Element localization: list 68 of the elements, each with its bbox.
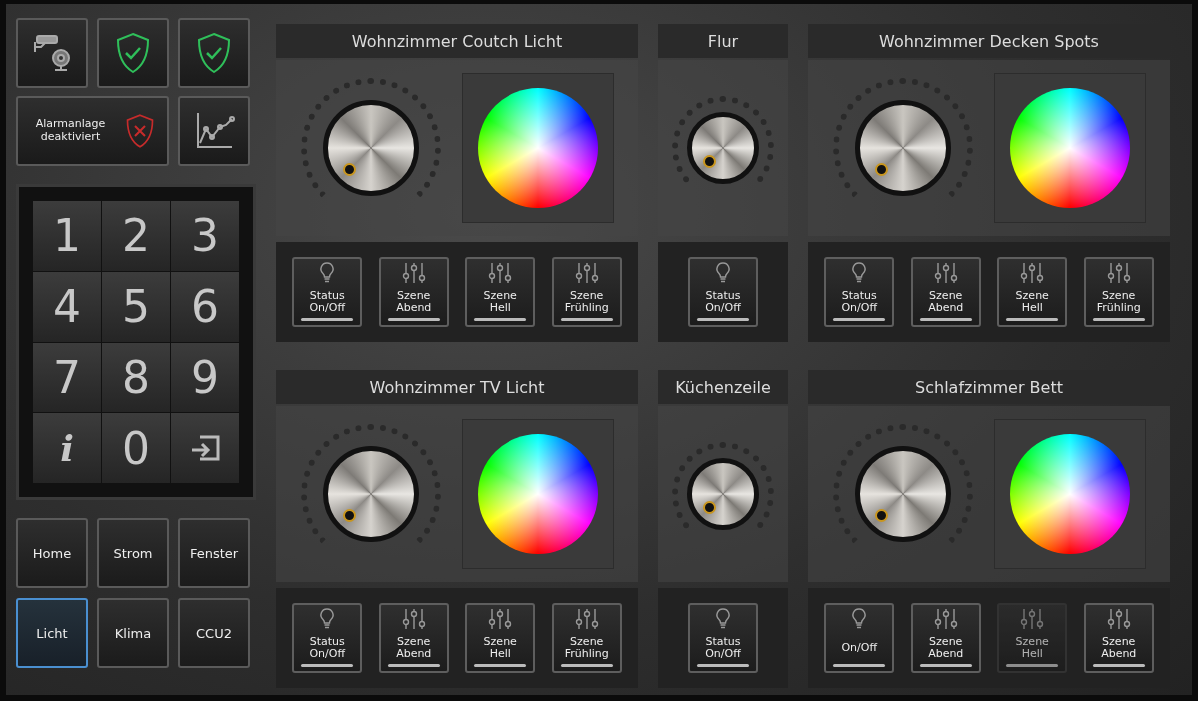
bulb-icon (715, 608, 731, 630)
light-button[interactable]: Status On/Off (292, 603, 363, 673)
sliders-icon (401, 262, 426, 284)
status-tile[interactable] (97, 18, 169, 88)
keypad-key[interactable]: 8 (102, 342, 170, 413)
sliders-icon (1106, 608, 1131, 630)
shield-check-icon (196, 32, 232, 74)
keypad-key[interactable]: 0 (102, 413, 170, 483)
alarm-button[interactable]: Alarmanlage deaktiviert (16, 96, 169, 166)
light-button[interactable]: Status On/Off (688, 603, 758, 673)
light-button[interactable]: Szene Abend (910, 603, 981, 673)
light-button[interactable]: Szene Frühling (551, 257, 622, 327)
status-tile[interactable] (178, 18, 250, 88)
bulb-icon (319, 608, 336, 630)
keypad-key[interactable]: 4 (33, 271, 101, 342)
light-button[interactable]: Status On/Off (292, 257, 363, 327)
sliders-icon (574, 262, 599, 284)
chart-button[interactable] (178, 96, 250, 166)
light-button[interactable]: Szene Abend (910, 257, 981, 327)
sliders-icon (574, 608, 599, 630)
enter-key[interactable] (171, 413, 239, 483)
light-button[interactable]: Szene Hell (465, 603, 536, 673)
color-picker[interactable] (993, 419, 1146, 569)
light-button[interactable]: Szene Frühling (1083, 257, 1154, 327)
room-title: Küchenzeile (658, 370, 788, 404)
room-title: Wohnzimmer TV Licht (276, 370, 638, 404)
color-picker[interactable] (461, 73, 614, 223)
sliders-icon (1020, 262, 1045, 284)
keypad-key[interactable]: 3 (171, 201, 239, 271)
light-button[interactable]: Status On/Off (688, 257, 758, 327)
room-title: Wohnzimmer Coutch Licht (276, 24, 638, 58)
light-button[interactable]: On/Off (824, 603, 895, 673)
keypad-key[interactable]: 7 (33, 342, 101, 413)
bulb-icon (319, 262, 336, 284)
nav-button[interactable]: Klima (97, 598, 169, 668)
bulb-icon (851, 608, 868, 630)
sliders-icon (488, 262, 513, 284)
keypad-key[interactable]: 1 (33, 201, 101, 271)
sliders-icon (488, 608, 513, 630)
light-button[interactable]: Szene Abend (378, 257, 449, 327)
info-key[interactable]: i (33, 413, 101, 483)
nav-button[interactable]: Strom (97, 518, 169, 588)
light-button[interactable]: Status On/Off (824, 257, 895, 327)
keypad-key[interactable]: 9 (171, 342, 239, 413)
sliders-icon (933, 608, 958, 630)
color-picker[interactable] (993, 73, 1146, 223)
keypad-key[interactable]: 6 (171, 271, 239, 342)
sliders-icon (1020, 608, 1045, 630)
sliders-icon (933, 262, 958, 284)
keypad-key[interactable]: 5 (102, 271, 170, 342)
nav-button[interactable]: Licht (16, 598, 88, 668)
light-button[interactable]: Szene Abend (378, 603, 449, 673)
room-title: Flur (658, 24, 788, 58)
sliders-icon (401, 608, 426, 630)
shield-check-icon (115, 32, 151, 74)
light-button[interactable]: Szene Hell (465, 257, 536, 327)
bulb-icon (715, 262, 731, 284)
status-tile[interactable] (16, 18, 88, 88)
nav-button[interactable]: CCU2 (178, 598, 250, 668)
light-button[interactable]: Szene Frühling (551, 603, 622, 673)
bulb-icon (851, 262, 868, 284)
color-picker[interactable] (461, 419, 614, 569)
light-button[interactable]: Szene Hell (997, 257, 1068, 327)
keypad-key[interactable]: 2 (102, 201, 170, 271)
sliders-icon (1106, 262, 1131, 284)
nav-button[interactable]: Fenster (178, 518, 250, 588)
light-button[interactable]: Szene Abend (1083, 603, 1154, 673)
nav-button[interactable]: Home (16, 518, 88, 588)
